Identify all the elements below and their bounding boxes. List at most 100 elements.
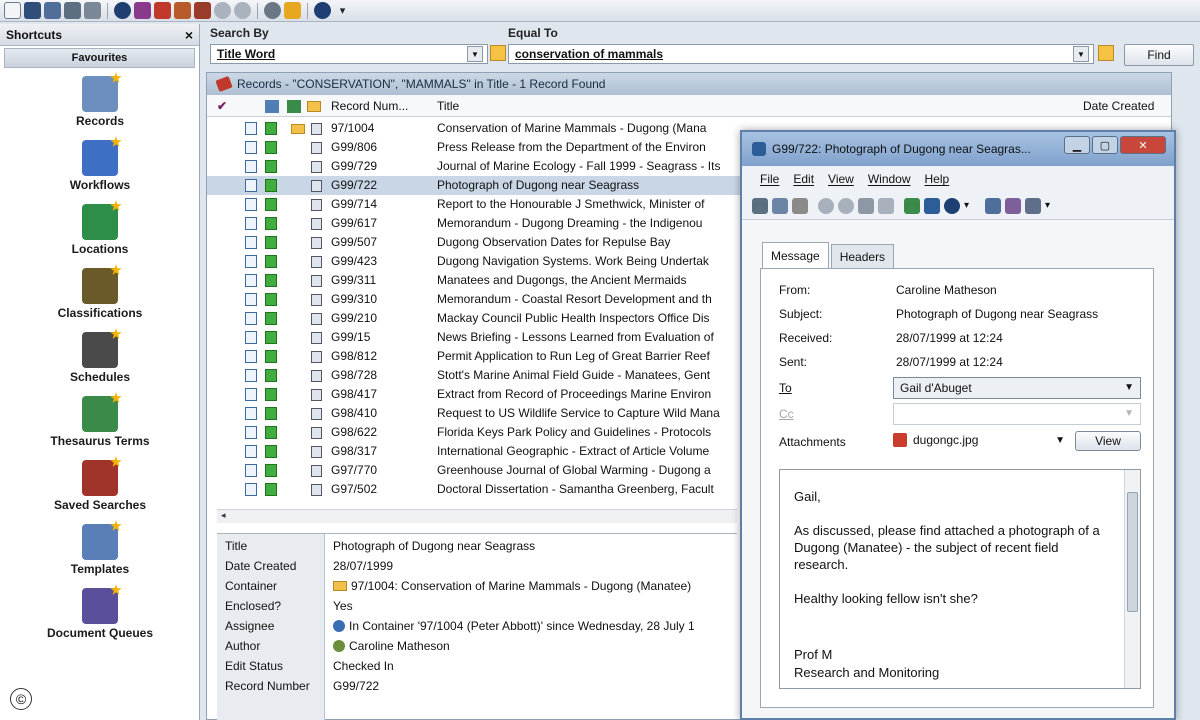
search-by-options-icon[interactable] bbox=[490, 45, 506, 61]
sidebar-item-classifications[interactable]: Classifications bbox=[0, 268, 200, 320]
equal-to-combo[interactable]: conservation of mammals ▼ bbox=[508, 44, 1094, 64]
check-column-header[interactable]: ✔ bbox=[217, 99, 227, 113]
to-select[interactable]: Gail d'Abuget ▼ bbox=[893, 377, 1141, 399]
help-icon[interactable] bbox=[314, 2, 331, 19]
print-icon[interactable] bbox=[84, 2, 101, 19]
help-icon[interactable] bbox=[944, 197, 960, 214]
main-toolbar: ▾ bbox=[0, 0, 1200, 22]
record-number: G99/617 bbox=[331, 216, 378, 230]
record-number-column-header[interactable]: Record Num... bbox=[331, 99, 408, 113]
sidebar-item-records[interactable]: Records bbox=[0, 76, 200, 128]
search-record-icon[interactable] bbox=[44, 2, 61, 19]
vertical-scrollbar[interactable] bbox=[1124, 470, 1140, 688]
bookmark-icon[interactable] bbox=[174, 2, 191, 19]
menu-item-file[interactable]: File bbox=[760, 172, 779, 186]
save-icon[interactable] bbox=[24, 2, 41, 19]
message-text-area[interactable]: Gail, As discussed, please find attached… bbox=[779, 469, 1141, 689]
message-toolbar: ▾ ▾ bbox=[742, 192, 1174, 220]
sidebar-item-document-queues[interactable]: Document Queues bbox=[0, 588, 200, 640]
record-number: 97/1004 bbox=[331, 121, 375, 135]
forward-icon[interactable] bbox=[838, 197, 854, 214]
close-icon[interactable]: ✕ bbox=[1120, 136, 1166, 154]
copy-icon[interactable] bbox=[772, 197, 788, 214]
from-value: Caroline Matheson bbox=[896, 283, 997, 297]
menu-item-window[interactable]: Window bbox=[868, 172, 911, 186]
sidebar-item-label: Saved Searches bbox=[53, 498, 147, 512]
tab-headers[interactable]: Headers bbox=[830, 244, 895, 268]
chevron-down-icon[interactable]: ▼ bbox=[1124, 382, 1134, 393]
status-column-icon[interactable] bbox=[287, 100, 301, 113]
globe-icon[interactable] bbox=[264, 2, 281, 19]
back-icon[interactable] bbox=[818, 197, 834, 214]
record-number: G98/728 bbox=[331, 368, 378, 382]
record-title: Memorandum - Dugong Dreaming - the Indig… bbox=[437, 216, 703, 230]
templates-icon bbox=[82, 524, 118, 560]
record-type-icon bbox=[311, 370, 322, 382]
detail-value: Caroline Matheson bbox=[333, 639, 737, 653]
find-button[interactable]: Find bbox=[1124, 44, 1194, 66]
date-created-column-header[interactable]: Date Created bbox=[1083, 99, 1154, 113]
chevron-down-icon[interactable]: ▼ bbox=[467, 46, 483, 62]
horizontal-scrollbar[interactable]: ◂ bbox=[217, 509, 737, 523]
status-icon bbox=[265, 236, 277, 249]
reply-all-icon[interactable] bbox=[1005, 197, 1022, 214]
menu-item-view[interactable]: View bbox=[828, 172, 854, 186]
document-icon bbox=[245, 331, 257, 344]
toolbar-dropdown-icon[interactable]: ▾ bbox=[964, 200, 969, 211]
new-document-icon[interactable] bbox=[4, 2, 21, 19]
minimize-icon[interactable]: ▁ bbox=[1064, 136, 1090, 154]
chevron-down-icon[interactable]: ▼ bbox=[1055, 435, 1065, 446]
find-icon[interactable] bbox=[792, 197, 808, 214]
reply-icon[interactable] bbox=[985, 197, 1002, 214]
open-folder-icon[interactable] bbox=[64, 2, 81, 19]
tools-icon[interactable] bbox=[194, 2, 211, 19]
tab-message[interactable]: Message bbox=[762, 242, 829, 268]
title-column-header[interactable]: Title bbox=[437, 99, 459, 113]
menu-item-help[interactable]: Help bbox=[925, 172, 950, 186]
close-icon[interactable]: × bbox=[185, 27, 193, 43]
sidebar-item-thesaurus-terms[interactable]: Thesaurus Terms bbox=[0, 396, 200, 448]
status-icon bbox=[265, 274, 277, 287]
back-icon[interactable] bbox=[214, 2, 231, 19]
forward-icon[interactable] bbox=[234, 2, 251, 19]
workflow-icon[interactable] bbox=[904, 197, 920, 214]
tag-icon[interactable] bbox=[154, 2, 171, 19]
view-attachment-button[interactable]: View bbox=[1075, 431, 1141, 451]
sidebar-item-saved-searches[interactable]: Saved Searches bbox=[0, 460, 200, 512]
chevron-down-icon[interactable]: ▼ bbox=[1073, 46, 1089, 62]
sidebar-item-schedules[interactable]: Schedules bbox=[0, 332, 200, 384]
document-icon bbox=[245, 179, 257, 192]
attach-icon[interactable] bbox=[858, 197, 874, 214]
help-circle-icon[interactable] bbox=[114, 2, 131, 19]
menu-item-edit[interactable]: Edit bbox=[793, 172, 814, 186]
cc-select[interactable]: ▼ bbox=[893, 403, 1141, 425]
workflow-icon[interactable] bbox=[134, 2, 151, 19]
search-by-combo[interactable]: Title Word ▼ bbox=[210, 44, 488, 64]
folder-column-icon[interactable] bbox=[307, 101, 321, 112]
favourites-button[interactable]: Favourites bbox=[4, 48, 195, 68]
record-number: G99/507 bbox=[331, 235, 378, 249]
sidebar-item-templates[interactable]: Templates bbox=[0, 524, 200, 576]
forward-mail-icon[interactable] bbox=[1025, 197, 1042, 214]
chevron-down-icon[interactable]: ▼ bbox=[1124, 408, 1134, 419]
document-column-icon[interactable] bbox=[265, 100, 279, 113]
sidebar-item-locations[interactable]: Locations bbox=[0, 204, 200, 256]
star-icon[interactable] bbox=[284, 2, 301, 19]
properties-icon[interactable] bbox=[924, 197, 940, 214]
sidebar-item-workflows[interactable]: Workflows bbox=[0, 140, 200, 192]
maximize-icon[interactable]: ▢ bbox=[1092, 136, 1118, 154]
attachment-select[interactable]: dugongc.jpg ▼ bbox=[893, 433, 1065, 453]
print-icon[interactable] bbox=[752, 197, 768, 214]
scrollbar-thumb[interactable] bbox=[1127, 492, 1138, 612]
records-icon bbox=[82, 76, 118, 112]
message-window-titlebar[interactable]: G99/722: Photograph of Dugong near Seagr… bbox=[742, 132, 1174, 166]
toolbar-dropdown-icon[interactable]: ▾ bbox=[1045, 200, 1050, 211]
status-icon bbox=[265, 407, 277, 420]
document-icon bbox=[245, 483, 257, 496]
toolbar-dropdown-icon[interactable]: ▾ bbox=[334, 2, 351, 19]
refresh-icon[interactable] bbox=[878, 197, 894, 214]
record-number: G98/317 bbox=[331, 444, 378, 458]
detail-value-text: In Container '97/1004 (Peter Abbott)' si… bbox=[349, 619, 695, 633]
equal-to-options-icon[interactable] bbox=[1098, 45, 1114, 61]
status-icon bbox=[265, 350, 277, 363]
